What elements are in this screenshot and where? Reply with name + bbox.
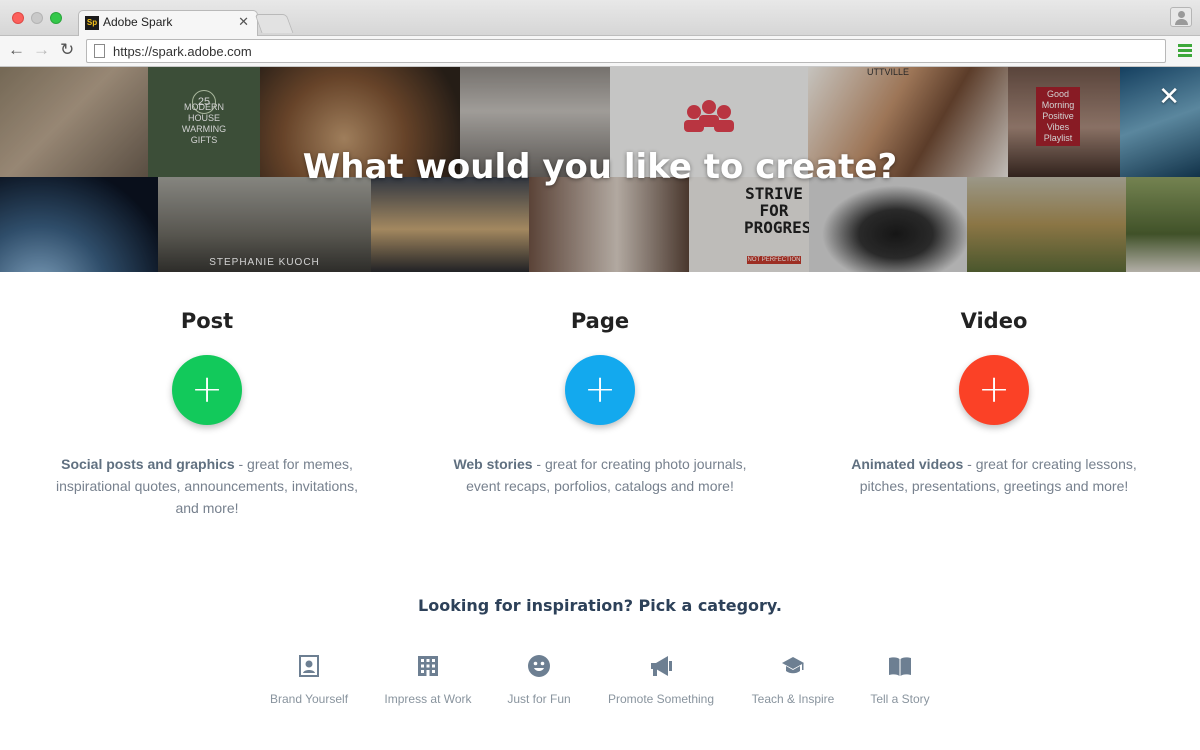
create-page-title: Page bbox=[570, 309, 630, 333]
book-icon bbox=[889, 657, 911, 676]
close-icon[interactable]: ✕ bbox=[1158, 82, 1180, 112]
category-just-for-fun[interactable]: Just for Fun bbox=[484, 654, 594, 706]
inspiration-heading: Looking for inspiration? Pick a category… bbox=[418, 596, 782, 615]
category-label: Tell a Story bbox=[870, 692, 930, 706]
window-close-button[interactable] bbox=[12, 12, 24, 24]
reload-icon[interactable]: ↻ bbox=[60, 39, 74, 61]
category-label: Promote Something bbox=[607, 692, 715, 706]
create-video-section: Video + Animated videos - great for crea… bbox=[834, 309, 1154, 497]
category-brand-yourself[interactable]: Brand Yourself bbox=[254, 654, 364, 706]
category-label: Impress at Work bbox=[384, 692, 472, 706]
category-teach-and-inspire[interactable]: Teach & Inspire bbox=[738, 654, 848, 706]
create-video-description: Animated videos - great for creating les… bbox=[834, 453, 1154, 497]
create-page-description: Web stories - great for creating photo j… bbox=[440, 453, 760, 497]
browser-menu-icon[interactable] bbox=[1178, 44, 1192, 58]
browser-titlebar: Sp Adobe Spark ✕ bbox=[0, 0, 1200, 37]
address-bar[interactable]: https://spark.adobe.com bbox=[86, 39, 1166, 63]
browser-tab[interactable]: Sp Adobe Spark ✕ bbox=[78, 10, 258, 37]
create-post-title: Post bbox=[180, 309, 234, 333]
create-post-description: Social posts and graphics - great for me… bbox=[47, 453, 367, 519]
adobe-spark-favicon-icon: Sp bbox=[85, 16, 99, 30]
window-minimize-button[interactable] bbox=[31, 12, 43, 24]
page-icon bbox=[94, 44, 105, 58]
tab-title: Adobe Spark bbox=[103, 15, 173, 29]
portrait-icon bbox=[299, 655, 319, 677]
url-text: https://spark.adobe.com bbox=[113, 44, 252, 59]
tab-close-icon[interactable]: ✕ bbox=[238, 14, 249, 30]
create-post-section: Post + Social posts and graphics - great… bbox=[47, 309, 367, 519]
hero-title: What would you like to create? bbox=[302, 147, 898, 187]
create-video-plus-button[interactable]: + bbox=[959, 355, 1029, 425]
profile-icon[interactable] bbox=[1170, 7, 1192, 27]
create-post-plus-button[interactable]: + bbox=[172, 355, 242, 425]
category-promote-something[interactable]: Promote Something bbox=[601, 654, 721, 706]
category-label: Brand Yourself bbox=[269, 692, 349, 706]
category-label: Teach & Inspire bbox=[751, 692, 835, 706]
post-description-bold: Social posts and graphics bbox=[61, 456, 235, 472]
category-tell-a-story[interactable]: Tell a Story bbox=[845, 654, 955, 706]
hero-banner: 25 MODERN HOUSE WARMING GIFTS UTTVILLE G… bbox=[0, 67, 1200, 272]
page-description-bold: Web stories bbox=[453, 456, 533, 472]
forward-arrow-icon[interactable]: → bbox=[33, 39, 50, 61]
megaphone-icon bbox=[651, 656, 672, 676]
browser-toolbar: ← → ↻ https://spark.adobe.com bbox=[0, 36, 1200, 67]
create-page-plus-button[interactable]: + bbox=[565, 355, 635, 425]
graduation-cap-icon bbox=[782, 657, 804, 674]
back-arrow-icon[interactable]: ← bbox=[8, 39, 25, 61]
category-label: Just for Fun bbox=[507, 692, 571, 706]
new-tab-button[interactable] bbox=[254, 14, 294, 33]
category-impress-at-work[interactable]: Impress at Work bbox=[373, 654, 483, 706]
video-description-bold: Animated videos bbox=[851, 456, 964, 472]
building-icon bbox=[418, 656, 438, 676]
create-page-section: Page + Web stories - great for creating … bbox=[440, 309, 760, 497]
create-video-title: Video bbox=[960, 309, 1028, 333]
smiley-icon bbox=[528, 655, 550, 677]
window-maximize-button[interactable] bbox=[50, 12, 62, 24]
